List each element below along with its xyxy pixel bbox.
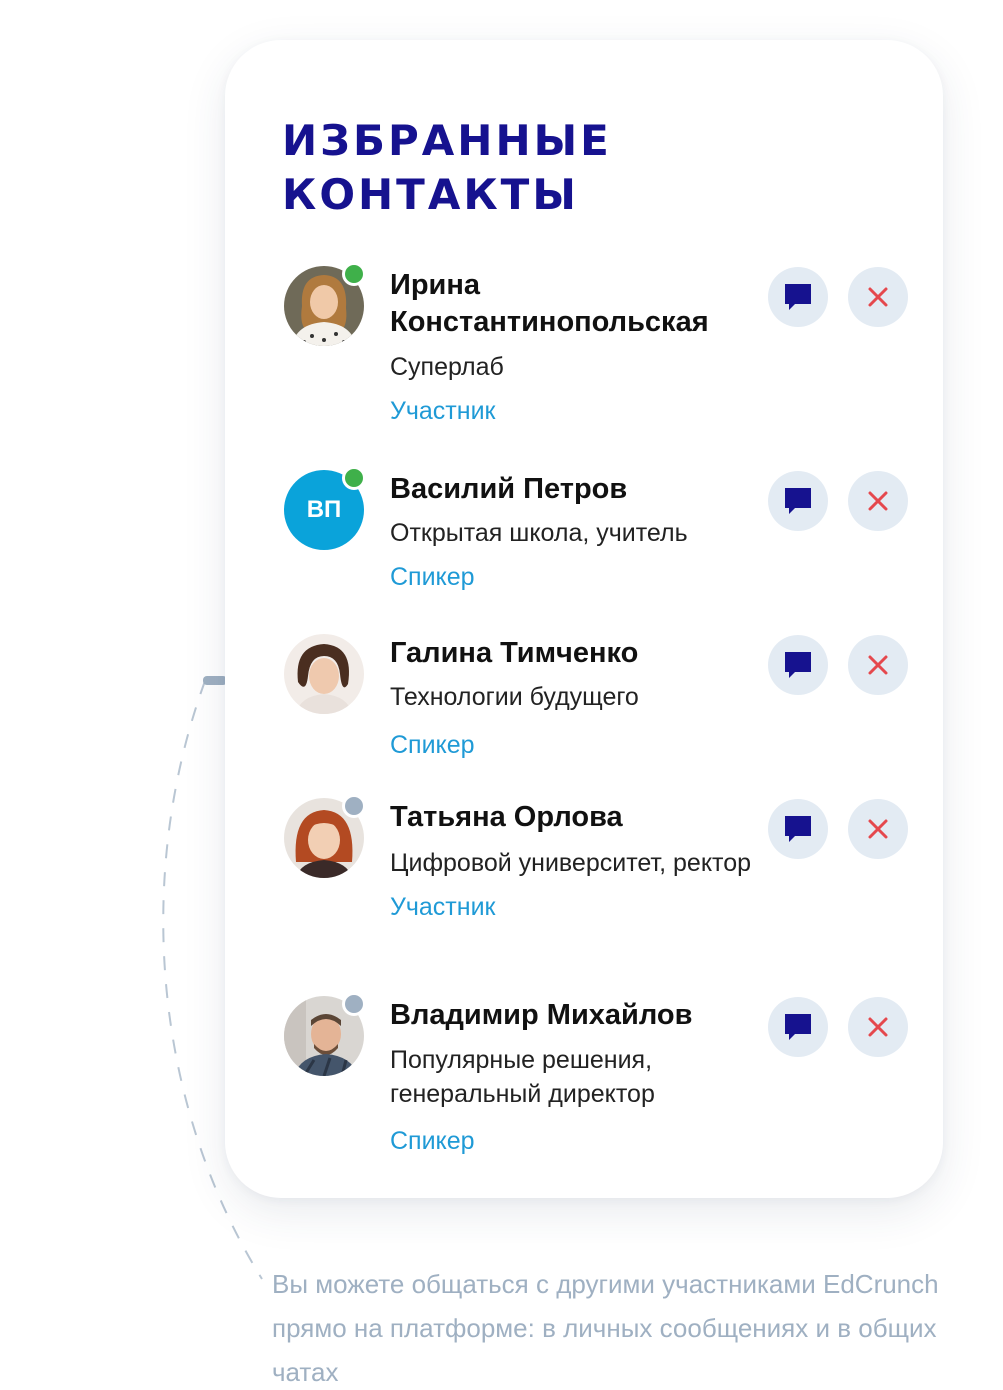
close-icon xyxy=(868,1017,888,1037)
message-button[interactable] xyxy=(768,267,828,327)
chat-bubble-icon xyxy=(785,816,811,842)
avatar[interactable] xyxy=(284,262,366,346)
avatar[interactable] xyxy=(284,794,366,878)
message-button[interactable] xyxy=(768,997,828,1057)
contact-organization: Цифровой университет, ректор xyxy=(390,849,752,877)
avatar-initials-text: ВП xyxy=(306,496,342,523)
remove-contact-button[interactable] xyxy=(848,997,908,1057)
close-icon xyxy=(868,287,888,307)
close-icon xyxy=(868,655,888,675)
contact-info: Ирина Константинопольская Суперлаб Участ… xyxy=(390,267,760,428)
contact-name[interactable]: Татьяна Орлова xyxy=(390,799,760,836)
page: Избранные контакты Ирина Константинополь… xyxy=(0,0,1003,1390)
card-title-line-1: Избранные xyxy=(282,116,612,165)
card-title-line-2: контакты xyxy=(282,170,579,219)
contact-organization: Суперлаб xyxy=(390,353,504,381)
caption-text: Вы можете общаться с другими участниками… xyxy=(272,1269,939,1387)
chat-bubble-icon xyxy=(785,652,811,678)
avatar-photo-icon xyxy=(284,634,364,714)
avatar[interactable] xyxy=(284,992,366,1076)
chat-bubble-icon xyxy=(785,1014,811,1040)
remove-contact-button[interactable] xyxy=(848,267,908,327)
message-button[interactable] xyxy=(768,635,828,695)
online-status-indicator xyxy=(342,466,366,490)
contact-info: Владимир Михайлов Популярные решения, ге… xyxy=(390,997,760,1158)
avatar[interactable] xyxy=(284,634,364,714)
contact-info: Галина Тимченко Технологии будущего Спик… xyxy=(390,635,760,762)
close-icon xyxy=(868,491,888,511)
remove-contact-button[interactable] xyxy=(848,471,908,531)
contact-info: Василий Петров Открытая школа, учитель С… xyxy=(390,471,760,594)
message-button[interactable] xyxy=(768,471,828,531)
online-status-indicator xyxy=(342,262,366,286)
avatar-initials[interactable]: ВП xyxy=(284,466,366,550)
contact-name[interactable]: Василий Петров xyxy=(390,471,760,508)
contact-organization: Популярные решения, генеральный директор xyxy=(390,1046,655,1108)
contact-role: Участник xyxy=(390,893,496,921)
contact-role: Спикер xyxy=(390,563,475,591)
contact-role: Участник xyxy=(390,397,496,425)
contact-organization: Технологии будущего xyxy=(390,683,639,711)
contact-organization: Открытая школа, учитель xyxy=(390,519,688,547)
offline-status-indicator xyxy=(342,992,366,1016)
card-title: Избранные контакты xyxy=(282,114,612,222)
remove-contact-button[interactable] xyxy=(848,635,908,695)
contact-role: Спикер xyxy=(390,1127,475,1155)
message-button[interactable] xyxy=(768,799,828,859)
contact-name[interactable]: Ирина Константинопольская xyxy=(390,267,760,341)
contact-info: Татьяна Орлова Цифровой университет, рек… xyxy=(390,799,760,924)
favorite-contacts-card: Избранные контакты Ирина Константинополь… xyxy=(225,40,943,1198)
contact-role: Спикер xyxy=(390,731,475,759)
chat-bubble-icon xyxy=(785,284,811,310)
offline-status-indicator xyxy=(342,794,366,818)
contact-name[interactable]: Владимир Михайлов xyxy=(390,997,760,1034)
close-icon xyxy=(868,819,888,839)
remove-contact-button[interactable] xyxy=(848,799,908,859)
chat-bubble-icon xyxy=(785,488,811,514)
contact-name[interactable]: Галина Тимченко xyxy=(390,635,760,672)
